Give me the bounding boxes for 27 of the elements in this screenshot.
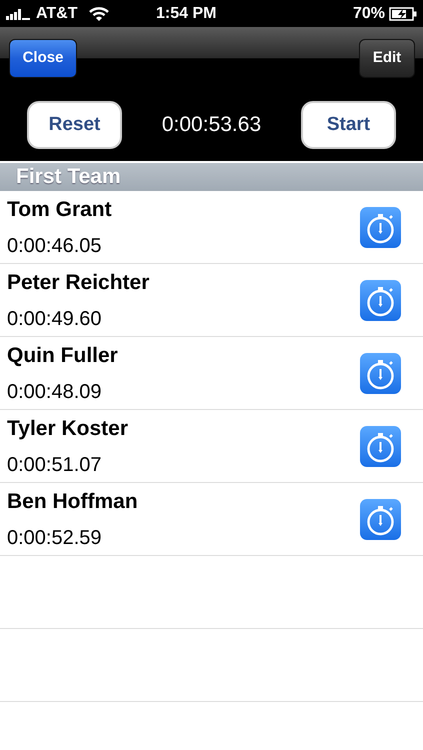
runner-name: Peter Reichter xyxy=(7,272,150,292)
lap-time: 0:00:49.60 xyxy=(7,308,103,328)
wifi-icon xyxy=(89,6,110,20)
signal-icon xyxy=(6,8,32,20)
stopwatch-icon[interactable] xyxy=(360,352,401,394)
battery-charging-icon xyxy=(389,6,417,20)
battery-percent: 70% xyxy=(352,4,385,24)
runner-name: Tyler Koster xyxy=(7,418,129,438)
lap-time: 0:00:48.09 xyxy=(7,382,103,402)
stopwatch-icon[interactable] xyxy=(360,206,401,248)
runner-name: Tom Grant xyxy=(7,198,113,220)
status-time: 1:54 PM xyxy=(156,4,216,24)
start-button[interactable]: Start xyxy=(300,101,396,149)
reset-button[interactable]: Reset xyxy=(27,101,122,149)
stopwatch-icon[interactable] xyxy=(360,498,401,540)
stopwatch-icon[interactable] xyxy=(360,426,401,466)
runner-name: Ben Hoffman xyxy=(7,490,139,512)
section-header: First Team xyxy=(0,163,423,191)
close-button[interactable]: Close xyxy=(9,38,77,78)
stopwatch-icon[interactable] xyxy=(360,280,401,320)
lap-time: 0:00:46.05 xyxy=(7,236,103,256)
edit-button[interactable]: Edit xyxy=(359,38,415,78)
lap-time: 0:00:52.59 xyxy=(7,528,103,548)
lap-time: 0:00:51.07 xyxy=(7,454,103,474)
runner-name: Quin Fuller xyxy=(7,344,119,366)
carrier-name: AT&T xyxy=(36,4,78,24)
elapsed-time: 0:00:53.63 xyxy=(162,112,262,138)
